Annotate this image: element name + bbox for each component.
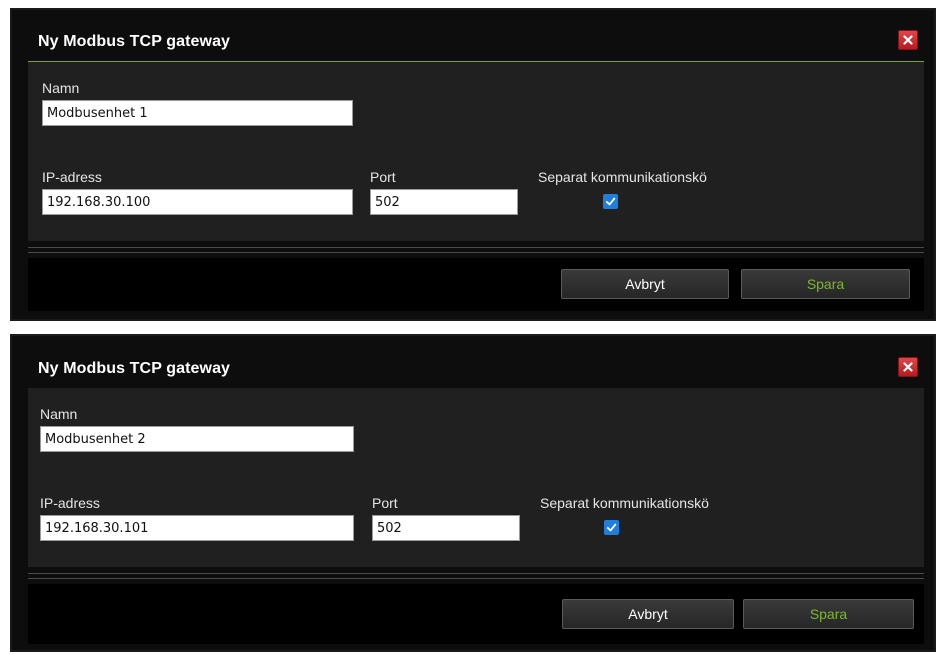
ip-address-input[interactable] — [42, 189, 353, 215]
port-input[interactable] — [370, 189, 518, 215]
dialog-title: Ny Modbus TCP gateway — [38, 360, 231, 377]
checkmark-icon — [606, 523, 617, 532]
name-label: Namn — [42, 80, 80, 96]
dialog-body: Namn IP-adress Port Separat kommunikatio… — [28, 388, 924, 567]
separate-queue-checkbox[interactable] — [604, 520, 619, 535]
divider — [28, 573, 924, 574]
save-button[interactable]: Spara — [741, 269, 910, 299]
port-input[interactable] — [372, 515, 520, 541]
close-button[interactable] — [898, 357, 918, 377]
close-button[interactable] — [898, 30, 918, 50]
ip-address-input[interactable] — [40, 515, 354, 541]
dialog-body: Namn IP-adress Port Separat kommunikatio… — [28, 62, 924, 241]
name-input[interactable] — [42, 100, 353, 126]
separate-queue-checkbox[interactable] — [603, 194, 618, 209]
divider — [28, 247, 924, 248]
dialog-footer: Avbryt Spara — [28, 258, 924, 311]
close-icon — [903, 35, 913, 45]
divider — [28, 578, 924, 579]
port-label: Port — [370, 169, 396, 185]
modbus-gateway-dialog-1: Ny Modbus TCP gateway Namn IP-adress Por… — [10, 8, 936, 321]
separate-queue-label: Separat kommunikationskö — [538, 169, 707, 185]
dialog-titlebar: Ny Modbus TCP gateway — [28, 355, 924, 389]
divider — [28, 252, 924, 253]
name-label: Namn — [40, 406, 78, 422]
checkmark-icon — [605, 197, 616, 206]
port-label: Port — [372, 495, 398, 511]
cancel-button[interactable]: Avbryt — [562, 599, 734, 629]
separate-queue-label: Separat kommunikationskö — [540, 495, 709, 511]
save-button[interactable]: Spara — [743, 599, 914, 629]
screenshot-stage: Ny Modbus TCP gateway Namn IP-adress Por… — [0, 0, 938, 654]
ip-address-label: IP-adress — [40, 495, 100, 511]
close-icon — [903, 362, 913, 372]
dialog-title: Ny Modbus TCP gateway — [38, 33, 231, 50]
dialog-footer: Avbryt Spara — [28, 584, 924, 644]
cancel-button[interactable]: Avbryt — [561, 269, 729, 299]
modbus-gateway-dialog-2: Ny Modbus TCP gateway Namn IP-adress Por… — [10, 334, 936, 652]
ip-address-label: IP-adress — [42, 169, 102, 185]
dialog-titlebar: Ny Modbus TCP gateway — [28, 28, 924, 62]
name-input[interactable] — [40, 426, 354, 452]
